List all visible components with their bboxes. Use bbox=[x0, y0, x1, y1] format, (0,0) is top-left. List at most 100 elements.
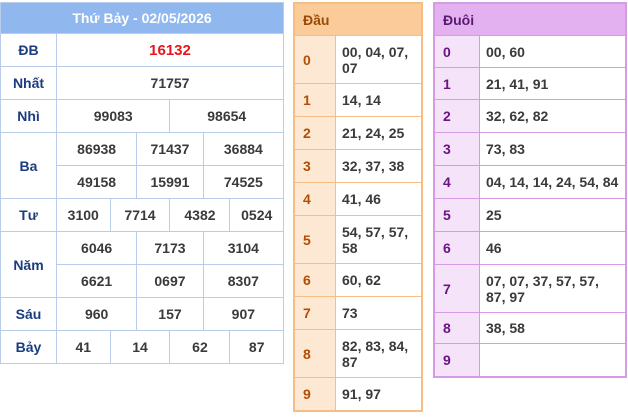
prize-value-ba: 86938 bbox=[55, 132, 138, 166]
prize-value-nhat: 71757 bbox=[56, 66, 284, 100]
prize-row-nam: Năm 6046 7173 3104 bbox=[0, 231, 285, 298]
duoi-key: 8 bbox=[433, 312, 480, 344]
prize-row-bay: Bảy 41 14 62 87 bbox=[0, 330, 284, 364]
duoi-row: 4 04, 14, 14, 24, 54, 84 bbox=[433, 165, 627, 199]
duoi-values: 25 bbox=[479, 198, 627, 232]
prize-label-db: ĐB bbox=[0, 33, 57, 67]
duoi-row: 5 25 bbox=[433, 198, 627, 232]
dau-table: Đầu 0 00, 04, 07, 07 1 14, 14 2 21, 24, … bbox=[293, 2, 423, 412]
duoi-key: 7 bbox=[433, 264, 480, 313]
dau-row: 2 21, 24, 25 bbox=[293, 116, 423, 150]
duoi-row: 3 73, 83 bbox=[433, 132, 627, 166]
dau-key: 6 bbox=[293, 263, 336, 297]
dau-row: 0 00, 04, 07, 07 bbox=[293, 35, 423, 84]
dau-key: 5 bbox=[293, 215, 336, 264]
result-header-row: Thứ Bảy - 02/05/2026 bbox=[0, 2, 284, 34]
duoi-table: Đuôi 0 00, 60 1 21, 41, 91 2 32, 62, 82 … bbox=[433, 2, 627, 378]
dau-row: 7 73 bbox=[293, 296, 423, 330]
duoi-row: 6 46 bbox=[433, 231, 627, 265]
duoi-key: 0 bbox=[433, 35, 480, 68]
prize-label-nhi: Nhì bbox=[0, 99, 57, 133]
dau-values: 91, 97 bbox=[335, 377, 423, 411]
dau-key: 8 bbox=[293, 329, 336, 378]
prize-value-tu: 4382 bbox=[169, 198, 231, 232]
duoi-values: 21, 41, 91 bbox=[479, 67, 627, 100]
duoi-values bbox=[479, 343, 627, 377]
dau-values: 60, 62 bbox=[335, 263, 423, 297]
duoi-values: 46 bbox=[479, 231, 627, 265]
duoi-values: 38, 58 bbox=[479, 312, 627, 344]
prize-value-nam: 0697 bbox=[136, 264, 204, 298]
prize-label-ba: Ba bbox=[0, 132, 57, 199]
duoi-row: 2 32, 62, 82 bbox=[433, 99, 627, 133]
prize-value-db: 16132 bbox=[56, 33, 284, 67]
prize-value-sau: 907 bbox=[202, 297, 285, 331]
duoi-key: 4 bbox=[433, 165, 480, 199]
dau-values: 41, 46 bbox=[335, 182, 423, 216]
dau-row: 9 91, 97 bbox=[293, 377, 423, 411]
duoi-values: 32, 62, 82 bbox=[479, 99, 627, 133]
duoi-key: 2 bbox=[433, 99, 480, 133]
dau-values: 00, 04, 07, 07 bbox=[335, 35, 423, 84]
prize-row-tu: Tư 3100 7714 4382 0524 bbox=[0, 198, 284, 232]
prize-value-tu: 0524 bbox=[229, 198, 284, 232]
prize-label-bay: Bảy bbox=[0, 330, 57, 364]
dau-row: 8 82, 83, 84, 87 bbox=[293, 329, 423, 378]
dau-values: 32, 37, 38 bbox=[335, 149, 423, 183]
duoi-row: 9 bbox=[433, 343, 627, 377]
duoi-row: 8 38, 58 bbox=[433, 312, 627, 344]
prize-label-sau: Sáu bbox=[0, 297, 57, 331]
prize-value-nhi: 98654 bbox=[169, 99, 284, 133]
prize-value-tu: 7714 bbox=[109, 198, 171, 232]
dau-values: 82, 83, 84, 87 bbox=[335, 329, 423, 378]
duoi-values: 07, 07, 37, 57, 57, 87, 97 bbox=[479, 264, 627, 313]
duoi-key: 6 bbox=[433, 231, 480, 265]
prize-value-nam: 8307 bbox=[202, 264, 285, 298]
prize-value-sau: 960 bbox=[55, 297, 138, 331]
prize-value-tu: 3100 bbox=[56, 198, 111, 232]
prize-label-nhat: Nhất bbox=[0, 66, 57, 100]
dau-header: Đầu bbox=[293, 2, 423, 36]
prize-value-ba: 71437 bbox=[136, 132, 204, 166]
prize-value-nam: 6046 bbox=[55, 231, 138, 265]
prize-value-ba: 49158 bbox=[55, 165, 138, 199]
dau-row: 5 54, 57, 57, 58 bbox=[293, 215, 423, 264]
duoi-row: 0 00, 60 bbox=[433, 35, 627, 68]
duoi-values: 73, 83 bbox=[479, 132, 627, 166]
duoi-key: 9 bbox=[433, 343, 480, 377]
duoi-header-row: Đuôi bbox=[433, 2, 627, 36]
duoi-key: 5 bbox=[433, 198, 480, 232]
dau-key: 9 bbox=[293, 377, 336, 411]
duoi-values: 04, 14, 14, 24, 54, 84 bbox=[479, 165, 627, 199]
dau-values: 14, 14 bbox=[335, 83, 423, 117]
duoi-header: Đuôi bbox=[433, 2, 627, 36]
prize-row-nhat: Nhất 71757 bbox=[0, 66, 284, 100]
dau-key: 0 bbox=[293, 35, 336, 84]
prize-value-sau: 157 bbox=[136, 297, 204, 331]
prize-value-nam: 3104 bbox=[202, 231, 285, 265]
dau-header-row: Đầu bbox=[293, 2, 423, 36]
dau-values: 73 bbox=[335, 296, 423, 330]
prize-value-bay: 41 bbox=[56, 330, 111, 364]
prize-value-ba: 36884 bbox=[202, 132, 285, 166]
dau-key: 3 bbox=[293, 149, 336, 183]
dau-row: 4 41, 46 bbox=[293, 182, 423, 216]
prize-value-ba: 74525 bbox=[202, 165, 285, 199]
prize-value-nam: 7173 bbox=[136, 231, 204, 265]
dau-key: 2 bbox=[293, 116, 336, 150]
dau-key: 7 bbox=[293, 296, 336, 330]
result-title: Thứ Bảy - 02/05/2026 bbox=[0, 2, 284, 34]
dau-key: 1 bbox=[293, 83, 336, 117]
dau-row: 6 60, 62 bbox=[293, 263, 423, 297]
dau-row: 1 14, 14 bbox=[293, 83, 423, 117]
duoi-key: 1 bbox=[433, 67, 480, 100]
prize-value-nam: 6621 bbox=[55, 264, 138, 298]
prize-row-nhi: Nhì 99083 98654 bbox=[0, 99, 284, 133]
dau-row: 3 32, 37, 38 bbox=[293, 149, 423, 183]
duoi-row: 7 07, 07, 37, 57, 57, 87, 97 bbox=[433, 264, 627, 313]
prize-label-tu: Tư bbox=[0, 198, 57, 232]
prize-value-nhi: 99083 bbox=[55, 99, 171, 133]
prize-value-bay: 62 bbox=[169, 330, 231, 364]
dau-values: 21, 24, 25 bbox=[335, 116, 423, 150]
prize-value-ba: 15991 bbox=[136, 165, 204, 199]
